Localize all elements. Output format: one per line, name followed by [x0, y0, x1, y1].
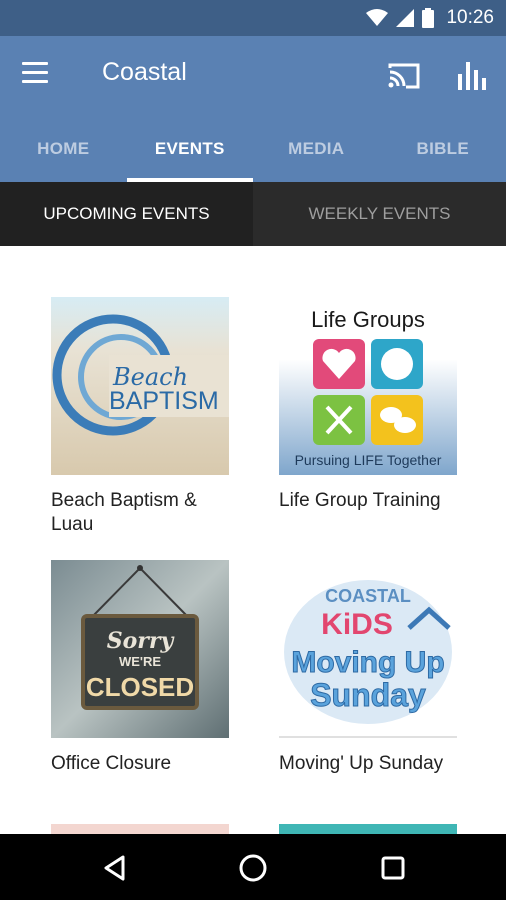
battery-icon: [422, 8, 435, 28]
event-image-coastal-kids: COASTAL KiDS Moving Up Sunday: [279, 560, 457, 738]
app-title: Coastal: [102, 58, 187, 86]
bar-chart-icon: [458, 62, 486, 90]
home-button[interactable]: [236, 851, 270, 885]
image-text-baptism: BAPTISM: [109, 387, 219, 415]
app-bar: Coastal: [0, 36, 506, 116]
stats-button[interactable]: [456, 58, 490, 94]
image-text-pursuing-life: Pursuing LIFE Together: [295, 452, 442, 468]
event-image-life-groups: Life Groups Pursuing LIFE Together: [279, 297, 457, 475]
tab-home[interactable]: HOME: [0, 116, 127, 182]
event-card-partial[interactable]: [279, 824, 457, 834]
back-icon: [104, 855, 125, 881]
event-card-office-closure[interactable]: Sorry WE'RE CLOSED Office Closure: [51, 560, 229, 776]
image-text-sorry: Sorry: [107, 628, 176, 654]
main-tabs: HOME EVENTS MEDIA BIBLE: [0, 116, 506, 182]
event-card-moving-up-sunday[interactable]: COASTAL KiDS Moving Up Sunday Moving' Up…: [279, 560, 457, 776]
clock-time: 10:26: [446, 7, 494, 28]
image-text-moving-up: Moving Up: [291, 646, 444, 679]
recents-square-icon: [381, 856, 405, 880]
image-text-closed: CLOSED: [86, 672, 194, 702]
event-title: Moving' Up Sunday: [279, 753, 444, 774]
event-card-partial[interactable]: [51, 824, 229, 834]
event-image-beach-baptism: Beach BAPTISM: [51, 297, 229, 475]
signal-icon: [396, 9, 415, 27]
menu-button[interactable]: [22, 62, 54, 90]
tab-upcoming-events[interactable]: UPCOMING EVENTS: [0, 182, 253, 246]
events-grid: Beach BAPTISM Beach Baptism & Luau Life …: [0, 246, 506, 834]
recents-button[interactable]: [376, 851, 410, 885]
home-circle-icon: [239, 854, 267, 882]
event-card-beach-baptism[interactable]: Beach BAPTISM Beach Baptism & Luau: [51, 297, 229, 537]
tab-media[interactable]: MEDIA: [253, 116, 380, 182]
event-card-life-group-training[interactable]: Life Groups Pursuing LIFE Together Life …: [279, 297, 457, 513]
back-button[interactable]: [98, 851, 132, 885]
image-text-coastal: COASTAL: [325, 586, 411, 606]
navigation-bar: [0, 834, 506, 900]
tab-bible[interactable]: BIBLE: [380, 116, 506, 182]
status-bar: 10:26: [0, 0, 506, 36]
cast-icon: [388, 63, 420, 89]
menu-icon: [22, 62, 48, 65]
event-sub-tabs: UPCOMING EVENTS WEEKLY EVENTS: [0, 182, 506, 246]
wifi-icon: [366, 9, 389, 26]
event-title: Office Closure: [51, 753, 172, 774]
image-text-sunday: Sunday: [310, 677, 426, 713]
cast-button[interactable]: [386, 58, 422, 94]
event-title: Life Group Training: [279, 490, 441, 511]
event-image-closed-sign: Sorry WE'RE CLOSED: [51, 560, 229, 738]
image-text-were: WE'RE: [119, 654, 161, 669]
tab-weekly-events[interactable]: WEEKLY EVENTS: [253, 182, 506, 246]
event-title: Beach Baptism & Luau: [51, 490, 197, 535]
tab-events[interactable]: EVENTS: [126, 116, 254, 182]
status-icons: 10:26: [366, 0, 494, 36]
image-text-life-groups: Life Groups: [311, 307, 425, 332]
image-text-kids: KiDS: [321, 608, 393, 641]
